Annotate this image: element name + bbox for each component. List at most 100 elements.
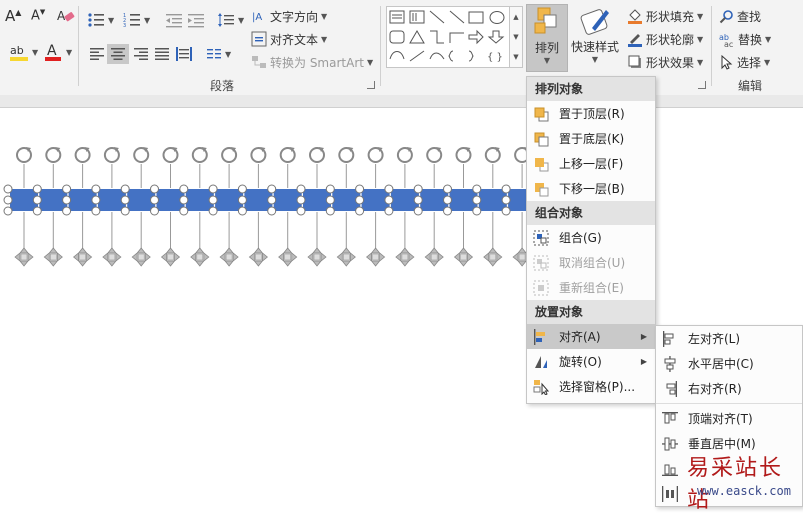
shape-fill-button[interactable]: 形状填充 ▼ <box>624 6 706 26</box>
site-watermark: 易采站长站 www.easck.com <box>683 450 803 513</box>
paragraph-dialog-launcher[interactable] <box>367 81 375 89</box>
menu-regroup[interactable]: 重新组合(E) <box>527 275 655 300</box>
gallery-scroll[interactable]: ▲ ▼ ▼ <box>509 6 523 68</box>
find-button[interactable]: 查找 <box>716 6 764 26</box>
drawing-dialog-launcher[interactable] <box>698 81 706 89</box>
resize-handle <box>267 195 277 205</box>
numbered-list-icon: 1 2 3 <box>123 13 140 28</box>
align-center-button[interactable] <box>107 44 129 64</box>
align-left-button[interactable] <box>86 44 108 64</box>
menu-align[interactable]: 对齐(A) ▶ <box>527 324 655 349</box>
replace-label: 替换 <box>738 32 763 47</box>
selection-pane-icon <box>533 379 551 396</box>
text-direction-icon: |A <box>252 12 262 23</box>
text-highlight-button[interactable]: ab ▼ <box>6 42 41 62</box>
chevron-down-icon: ▼ <box>697 57 704 67</box>
bullet-list-icon <box>88 13 104 27</box>
line-spacing-button[interactable]: ▼ <box>214 10 247 30</box>
move-handle-center <box>255 253 262 261</box>
outdent-icon <box>166 14 182 28</box>
smartart-icon <box>252 56 266 68</box>
columns-button[interactable]: ▼ <box>203 44 234 64</box>
menu-rotate-label: 旋转(O) <box>559 355 602 369</box>
submenu-align-right[interactable]: 右对齐(R) <box>656 376 802 401</box>
resize-handle <box>179 195 189 205</box>
submenu-align-left[interactable]: 左对齐(L) <box>656 326 802 351</box>
resize-handle <box>237 184 247 194</box>
indent-icon <box>188 14 204 28</box>
resize-handle <box>32 206 42 216</box>
numbering-button[interactable]: 1 2 3 ▼ <box>120 10 153 30</box>
menu-section-group: 组合对象 <box>527 201 655 225</box>
svg-text:3: 3 <box>123 23 126 28</box>
shapes-gallery[interactable]: { } <box>386 6 510 68</box>
resize-handle <box>355 195 365 205</box>
resize-handle <box>296 195 306 205</box>
resize-handle <box>3 184 13 194</box>
menu-group-label: 组合(G) <box>559 231 602 245</box>
find-label: 查找 <box>737 9 762 24</box>
resize-handle <box>501 206 511 216</box>
menu-send-backward-label: 下移一层(B) <box>559 182 625 196</box>
svg-text:ab: ab <box>10 44 24 57</box>
menu-group[interactable]: 组合(G) <box>527 225 655 250</box>
justify-button[interactable] <box>151 44 173 64</box>
ribbon-bottom-strip <box>0 95 803 108</box>
resize-handle <box>120 184 130 194</box>
quick-styles-icon <box>580 9 609 35</box>
highlighter-icon: ab <box>10 44 28 61</box>
increase-font-size-button[interactable]: A▲ <box>2 6 24 26</box>
move-handle-center <box>108 253 116 261</box>
font-color-button[interactable]: A ▼ <box>40 42 75 62</box>
resize-handle <box>355 184 365 194</box>
quick-styles-button[interactable]: 快速样式 ▼ <box>570 4 620 72</box>
watermark-url: www.easck.com <box>697 484 791 498</box>
decrease-indent-button[interactable] <box>162 10 186 30</box>
shape-effects-button[interactable]: 形状效果 ▼ <box>624 52 706 72</box>
resize-handle <box>325 206 335 216</box>
menu-selection-pane[interactable]: 选择窗格(P)... <box>527 374 655 399</box>
svg-text:A: A <box>47 43 57 59</box>
resize-handle <box>208 206 218 216</box>
menu-bring-to-front[interactable]: 置于顶层(R) <box>527 101 655 126</box>
increase-indent-button[interactable] <box>184 10 208 30</box>
align-right-button[interactable] <box>130 44 152 64</box>
move-handle-center <box>460 253 467 261</box>
shape-outline-button[interactable]: 形状轮廓 ▼ <box>624 29 706 49</box>
align-text-button[interactable]: 对齐文本 ▼ <box>248 29 330 49</box>
menu-send-to-back[interactable]: 置于底层(K) <box>527 126 655 151</box>
svg-text:|A: |A <box>252 12 262 23</box>
submenu-separator <box>656 403 802 404</box>
justify-icon <box>155 48 169 60</box>
replace-button[interactable]: ab ac 替换 ▼ <box>716 29 774 49</box>
menu-section-order: 排列对象 <box>527 77 655 101</box>
menu-bring-forward[interactable]: 上移一层(F) <box>527 151 655 176</box>
shape-effects-label: 形状效果 <box>646 55 695 70</box>
chevron-down-icon: ▼ <box>225 49 232 59</box>
arrange-label: 排列 <box>534 41 559 55</box>
text-direction-button[interactable]: |A 文字方向 ▼ <box>248 6 330 26</box>
resize-handle <box>91 184 101 194</box>
replace-icon: ab ac <box>719 33 733 47</box>
move-handle-center <box>430 253 438 261</box>
distributed-button[interactable] <box>173 44 195 64</box>
menu-ungroup[interactable]: 取消组合(U) <box>527 250 655 275</box>
chevron-down-icon: ▼ <box>32 47 39 57</box>
clear-formatting-button[interactable]: A <box>54 6 78 26</box>
submenu-align-top[interactable]: 顶端对齐(T) <box>656 406 802 431</box>
chevron-down-icon: ▼ <box>321 34 328 44</box>
group-icon <box>533 230 551 246</box>
menu-send-backward[interactable]: 下移一层(B) <box>527 176 655 201</box>
resize-handle <box>120 206 130 216</box>
convert-smartart-button[interactable]: 转换为 SmartArt ▼ <box>248 52 376 72</box>
menu-rotate[interactable]: 旋转(O) ▶ <box>527 349 655 374</box>
bullets-button[interactable]: ▼ <box>84 10 117 30</box>
resize-handle <box>32 184 42 194</box>
select-button[interactable]: 选择 ▼ <box>716 52 773 72</box>
arrange-button[interactable]: 排列 ▼ <box>526 4 568 72</box>
resize-handle <box>384 195 394 205</box>
resize-handle <box>384 206 394 216</box>
submenu-align-center[interactable]: 水平居中(C) <box>656 351 802 376</box>
decrease-font-size-button[interactable]: A▼ <box>28 6 48 26</box>
watermark-title: 易采站长站 <box>687 456 784 513</box>
